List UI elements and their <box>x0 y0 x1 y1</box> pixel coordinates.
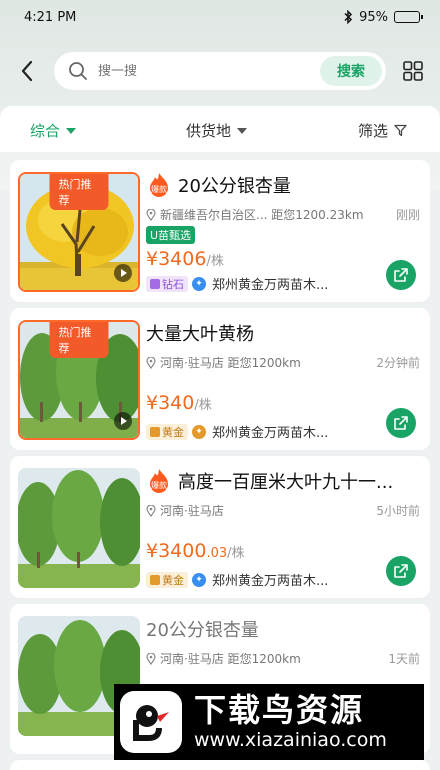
location-pin-icon <box>146 208 156 221</box>
seller-level-badge: 黄金 <box>146 423 188 440</box>
share-button[interactable] <box>386 408 416 438</box>
play-icon[interactable] <box>114 264 132 282</box>
status-bar: 4:21 PM 95% <box>0 0 440 34</box>
filter-origin[interactable]: 供货地 <box>186 120 248 141</box>
search-header: 搜索 <box>0 48 440 94</box>
location-pin-icon <box>146 652 156 665</box>
product-image: 热门推荐 <box>18 172 140 292</box>
product-title: 20公分银杏量 <box>178 176 291 197</box>
seller-level-badge: 黄金 <box>146 571 188 588</box>
verified-icon: ✦ <box>192 572 206 587</box>
seller-name: 郑州黄金万两苗木... <box>212 278 329 293</box>
share-icon <box>394 268 408 282</box>
filter-sort-label: 综合 <box>30 122 61 140</box>
product-price: ¥3406/株 <box>146 248 224 270</box>
product-price: ¥340/株 <box>146 392 212 414</box>
share-icon <box>394 416 408 430</box>
bluetooth-icon <box>344 10 353 24</box>
diamond-icon <box>150 278 160 289</box>
filter-screen-label: 筛选 <box>358 122 389 140</box>
share-icon <box>394 564 408 578</box>
product-price: ¥3400.03/株 <box>146 540 245 562</box>
share-button[interactable] <box>386 260 416 290</box>
product-location: 新疆维吾尔自治区... 距您1200.23km <box>160 208 364 222</box>
fire-tag-label: 爆款 <box>151 184 167 194</box>
grid-icon <box>403 61 423 81</box>
product-card[interactable]: 爆款 高度一百厘米大叶九十一... 河南·驻马店 5小时前 ¥3400.03/株… <box>10 456 430 598</box>
location-pin-icon <box>146 356 156 369</box>
gold-icon <box>150 426 160 437</box>
layout-toggle-button[interactable] <box>386 48 440 94</box>
watermark-title: 下载鸟资源 <box>194 691 365 729</box>
tree-image <box>18 468 140 588</box>
filter-screen[interactable]: 筛选 <box>358 120 407 141</box>
chevron-left-icon <box>21 60 33 82</box>
product-location: 河南·驻马店 距您1200km <box>160 356 301 370</box>
product-location: 河南·驻马店 <box>160 504 224 518</box>
seller-name: 郑州黄金万两苗木... <box>212 426 329 441</box>
filter-sort[interactable]: 综合 <box>30 120 77 141</box>
product-image: 热门推荐 <box>18 320 140 440</box>
status-time: 4:21 PM <box>24 9 77 25</box>
product-card[interactable]: 热门推荐 爆款 20公分银杏量 新疆维吾尔自治区... 距您1200.23km … <box>10 160 430 302</box>
verified-icon: ✦ <box>192 424 206 439</box>
verified-icon: ✦ <box>192 276 206 291</box>
post-time: 1天前 <box>388 652 420 666</box>
search-input[interactable] <box>98 63 320 79</box>
filter-bar: 综合 供货地 筛选 <box>0 106 440 152</box>
search-box[interactable]: 搜索 <box>54 52 386 90</box>
watermark-logo <box>120 691 182 753</box>
product-card[interactable]: 热门推荐 大量大叶黄杨 河南·驻马店 距您1200km 2分钟前 ¥340/株 … <box>10 308 430 450</box>
seller-name: 郑州黄金万两苗木... <box>212 574 329 589</box>
bird-logo-icon <box>133 705 169 741</box>
product-card[interactable] <box>10 760 430 770</box>
seller-level-badge: 钻石 <box>146 275 188 292</box>
location-pin-icon <box>146 504 156 517</box>
product-title: 大量大叶黄杨 <box>146 324 254 345</box>
search-icon <box>69 62 87 80</box>
filter-icon <box>394 124 407 137</box>
fire-tag-label: 爆款 <box>151 480 167 490</box>
watermark-banner: 下载鸟资源 www.xiazainiao.com <box>114 684 424 760</box>
back-button[interactable] <box>0 48 54 94</box>
product-location: 河南·驻马店 距您1200km <box>160 652 301 666</box>
product-title: 高度一百厘米大叶九十一... <box>178 472 394 493</box>
gold-icon <box>150 574 160 585</box>
post-time: 刚刚 <box>395 208 420 222</box>
search-button[interactable]: 搜索 <box>320 56 382 86</box>
hot-tag: 热门推荐 <box>49 322 109 358</box>
product-title: 20公分银杏量 <box>146 620 259 641</box>
post-time: 2分钟前 <box>376 356 420 370</box>
filter-origin-label: 供货地 <box>186 122 232 140</box>
share-button[interactable] <box>386 556 416 586</box>
caret-down-icon <box>237 127 248 134</box>
fire-tag: 爆款 <box>150 173 168 197</box>
watermark-url: www.xiazainiao.com <box>194 729 387 751</box>
battery-icon <box>394 11 423 23</box>
caret-down-icon <box>66 127 77 134</box>
selection-badge: U苗甄选 <box>146 226 196 244</box>
product-image <box>18 468 140 588</box>
battery-percent: 95% <box>359 9 388 25</box>
hot-tag: 热门推荐 <box>49 174 109 210</box>
play-icon[interactable] <box>114 412 132 430</box>
post-time: 5小时前 <box>376 504 420 518</box>
fire-tag: 爆款 <box>150 469 168 493</box>
